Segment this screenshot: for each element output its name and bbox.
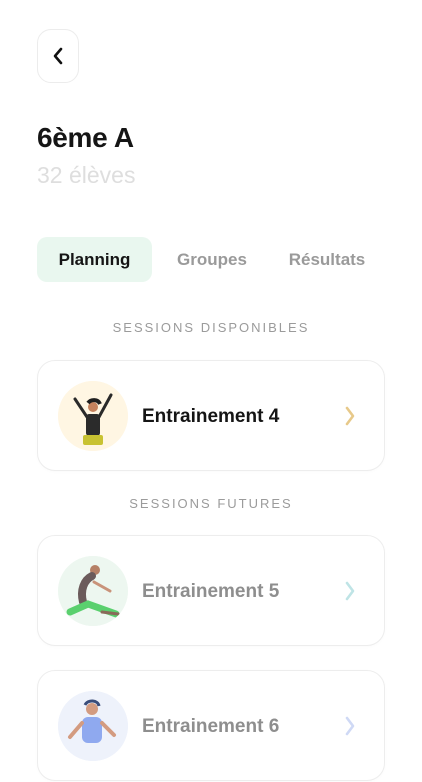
boy-exercising-icon xyxy=(58,691,128,761)
chevron-left-icon xyxy=(53,47,63,65)
session-card[interactable]: Entrainement 6 xyxy=(37,670,385,781)
chevron-right-icon xyxy=(345,581,355,601)
session-title: Entrainement 6 xyxy=(142,715,280,737)
page-title: 6ème A xyxy=(37,122,134,153)
tab-resultats[interactable]: Résultats xyxy=(277,237,377,282)
session-title: Entrainement 4 xyxy=(142,405,280,427)
tab-groupes[interactable]: Groupes xyxy=(162,237,262,282)
chevron-right-icon xyxy=(345,716,355,736)
section-label-available: SESSIONS DISPONIBLES xyxy=(112,320,310,335)
back-button[interactable] xyxy=(37,29,79,83)
tab-planning[interactable]: Planning xyxy=(37,237,152,282)
session-title: Entrainement 5 xyxy=(142,580,280,602)
woman-arms-raised-icon xyxy=(58,381,128,451)
session-card[interactable]: Entrainement 4 xyxy=(37,360,385,471)
section-label-future: SESSIONS FUTURES xyxy=(129,496,293,511)
chevron-right-icon xyxy=(345,406,355,426)
session-card[interactable]: Entrainement 5 xyxy=(37,535,385,646)
student-count: 32 élèves xyxy=(37,162,136,188)
man-stretching-icon xyxy=(58,556,128,626)
tab-bar: Planning Groupes Résultats xyxy=(37,237,377,282)
